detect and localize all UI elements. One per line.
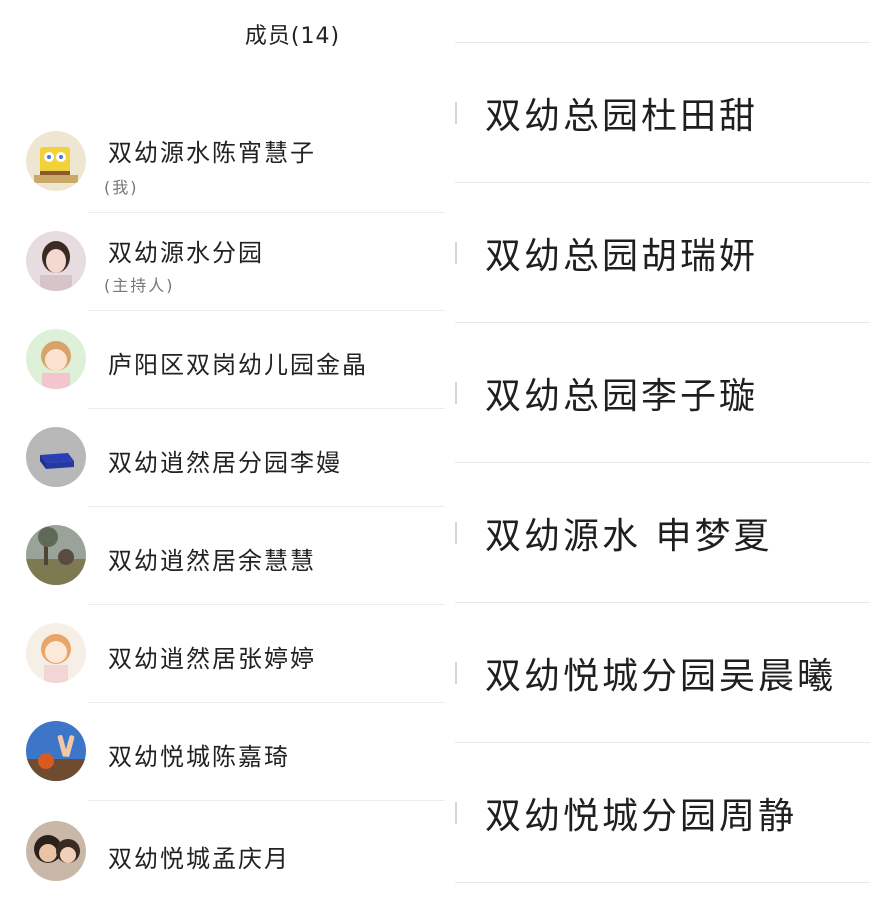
member-name: 双幼逍然居余慧慧 (108, 547, 316, 575)
row-marker (455, 381, 457, 404)
member-row[interactable]: 双幼逍然居张婷婷 (0, 605, 445, 703)
row-marker (455, 101, 457, 124)
girl-photo-avatar (26, 231, 86, 291)
row-marker (455, 241, 457, 264)
member-name: 双幼悦城分园周静 (485, 795, 798, 837)
member-list-panel: 成员(14) 双幼源水陈宵慧子 (我) 双幼源水分园 (主持人) 庐阳区双岗幼儿… (0, 0, 445, 901)
member-row[interactable]: 双幼悦城陈嘉琦 (0, 703, 445, 801)
spongebob-avatar (26, 131, 86, 191)
peace-sign-avatar (26, 721, 86, 781)
landscape-avatar (26, 525, 86, 585)
selfie-avatar (26, 821, 86, 881)
member-row[interactable]: 双幼悦城分园周静 (455, 743, 870, 882)
member-tag-me: (我) (104, 178, 139, 197)
member-name: 双幼总园杜田甜 (485, 95, 759, 137)
member-list-continued: 双幼总园杜田甜 双幼总园胡瑞妍 双幼总园李子璇 双幼源水 申梦夏 双幼悦城分园吴… (455, 0, 870, 901)
member-name: 庐阳区双岗幼儿园金晶 (108, 351, 368, 379)
member-row[interactable]: 双幼悦城分园吴晨曦 (455, 603, 870, 742)
member-row[interactable]: 双幼源水分园 (主持人) (0, 213, 445, 311)
member-row[interactable]: 双幼悦城孟庆月 (0, 801, 445, 899)
member-row[interactable]: 双幼源水 申梦夏 (455, 463, 870, 602)
member-row[interactable]: 双幼逍然居分园李嫚 (0, 409, 445, 507)
member-row[interactable]: 双幼源水陈宵慧子 (我) (0, 115, 445, 213)
member-row[interactable]: 庐阳区双岗幼儿园金晶 (0, 311, 445, 409)
member-name: 双幼源水分园 (108, 239, 264, 267)
member-name: 双幼源水陈宵慧子 (108, 139, 316, 167)
member-name: 双幼逍然居张婷婷 (108, 645, 316, 673)
row-marker (455, 801, 457, 824)
member-name: 双幼总园李子璇 (485, 375, 759, 417)
cartoon-girl-avatar (26, 329, 86, 389)
member-row[interactable]: 双幼逍然居余慧慧 (0, 507, 445, 605)
member-tag-host: (主持人) (104, 276, 175, 295)
blue-block-avatar (26, 427, 86, 487)
divider (455, 882, 870, 883)
member-name: 双幼源水 申梦夏 (485, 515, 773, 557)
member-name: 双幼总园胡瑞妍 (485, 235, 759, 277)
row-marker (455, 521, 457, 544)
member-row[interactable]: 双幼总园李子璇 (455, 323, 870, 462)
member-row[interactable]: 双幼总园杜田甜 (455, 43, 870, 182)
member-row[interactable]: 双幼总园胡瑞妍 (455, 183, 870, 322)
member-name: 双幼逍然居分园李嫚 (108, 449, 342, 477)
member-name: 双幼悦城陈嘉琦 (108, 743, 290, 771)
member-name: 双幼悦城分园吴晨曦 (485, 655, 837, 697)
member-name: 双幼悦城孟庆月 (108, 845, 290, 873)
row-marker (455, 661, 457, 684)
illustration-girl-avatar (26, 623, 86, 683)
